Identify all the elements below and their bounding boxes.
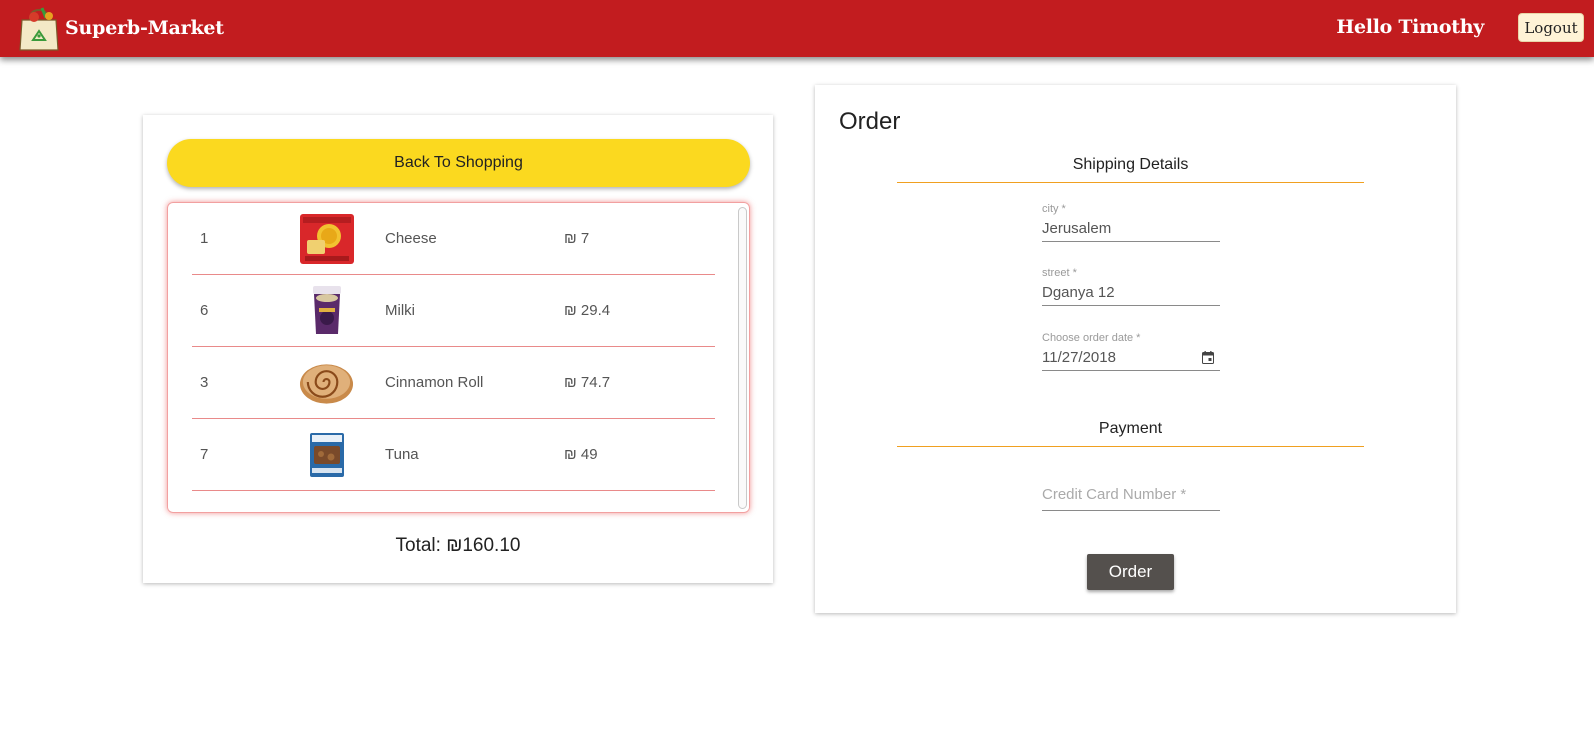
tuna-can-icon bbox=[298, 427, 355, 482]
milki-cup-icon bbox=[298, 283, 355, 338]
item-name: Milki bbox=[385, 302, 415, 319]
top-navbar: Superb-Market Hello Timothy Logout bbox=[0, 0, 1594, 57]
item-quantity: 7 bbox=[200, 446, 209, 463]
item-quantity: 1 bbox=[200, 230, 209, 247]
city-label: city * bbox=[1042, 203, 1066, 215]
item-name: Cinnamon Roll bbox=[385, 374, 484, 391]
credit-card-input[interactable]: Credit Card Number * bbox=[1042, 485, 1220, 511]
item-price: ₪ 29.4 bbox=[564, 302, 611, 319]
order-date-label: Choose order date * bbox=[1042, 332, 1141, 344]
street-label: street * bbox=[1042, 267, 1077, 279]
order-title: Order bbox=[839, 108, 901, 135]
cart-row[interactable]: 6 Milki ₪ 29.4 bbox=[192, 275, 715, 347]
order-date-value: 11/27/2018 bbox=[1042, 349, 1116, 366]
item-price: ₪ 7 bbox=[564, 230, 590, 247]
cart-items-list: 1 Cheese ₪ 7 6 Milki ₪ 29.4 3 Cinnamon R… bbox=[167, 202, 750, 513]
city-input[interactable]: Jerusalem bbox=[1042, 218, 1220, 242]
item-name: Tuna bbox=[385, 446, 419, 463]
cart-total: Total: ₪160.10 bbox=[395, 535, 521, 556]
cart-row[interactable]: 7 Tuna ₪ 49 bbox=[192, 419, 715, 491]
logout-button[interactable]: Logout bbox=[1518, 13, 1584, 42]
cart-row[interactable]: 3 Cinnamon Roll ₪ 74.7 bbox=[192, 347, 715, 419]
cinnamon-roll-icon bbox=[298, 355, 355, 410]
item-price: ₪ 49 bbox=[564, 446, 598, 463]
cart-card: Back To Shopping 1 Cheese ₪ 7 6 Milki ₪ … bbox=[143, 115, 773, 583]
item-price: ₪ 74.7 bbox=[564, 374, 611, 391]
item-quantity: 6 bbox=[200, 302, 209, 319]
order-card: Order Shipping Details city * Jerusalem … bbox=[815, 85, 1456, 613]
calendar-icon[interactable] bbox=[1202, 351, 1214, 364]
cart-row[interactable]: 1 Cheese ₪ 7 bbox=[192, 203, 715, 275]
brand-link[interactable]: Superb-Market bbox=[16, 4, 224, 52]
order-button[interactable]: Order bbox=[1087, 554, 1174, 590]
item-name: Cheese bbox=[385, 230, 437, 247]
street-input[interactable]: Dganya 12 bbox=[1042, 282, 1220, 306]
user-greeting: Hello Timothy bbox=[1336, 16, 1484, 38]
item-quantity: 3 bbox=[200, 374, 209, 391]
grocery-bag-icon bbox=[19, 7, 59, 51]
back-to-shopping-button[interactable]: Back To Shopping bbox=[167, 139, 750, 187]
payment-heading: Payment bbox=[897, 420, 1364, 447]
cart-scrollbar[interactable] bbox=[738, 207, 747, 509]
brand-name: Superb-Market bbox=[65, 17, 224, 39]
order-date-input[interactable]: 11/27/2018 bbox=[1042, 347, 1220, 371]
shipping-details-heading: Shipping Details bbox=[897, 156, 1364, 183]
cheese-package-icon bbox=[298, 211, 355, 266]
